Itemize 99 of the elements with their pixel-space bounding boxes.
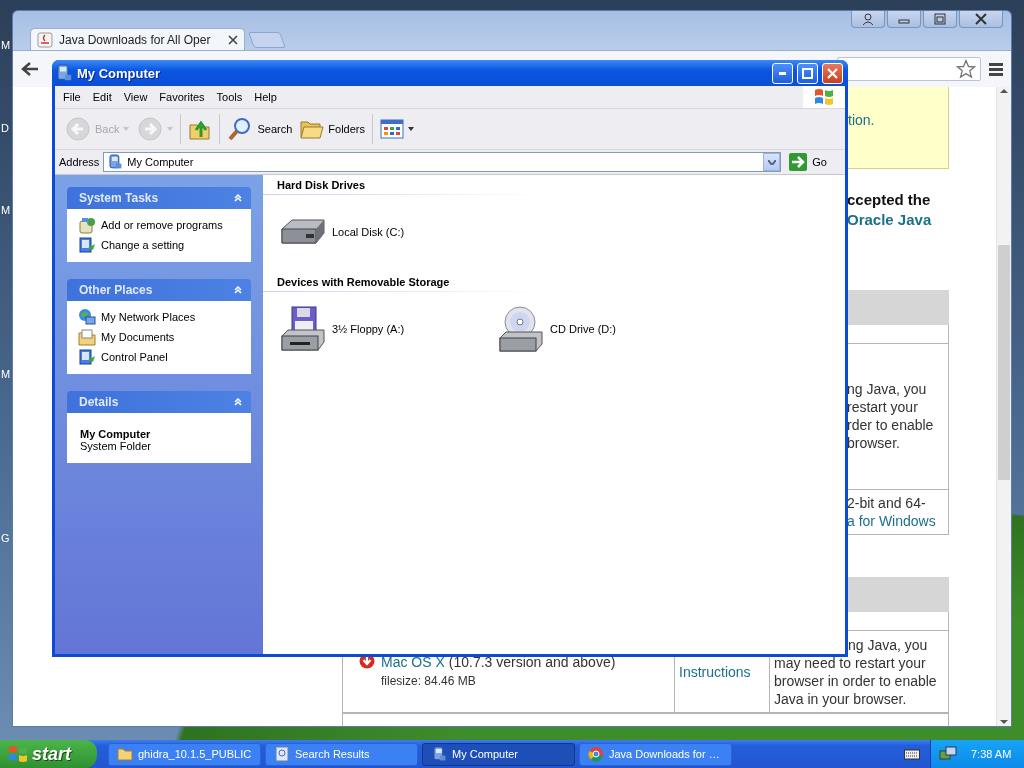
text-line: rder to enable: [847, 416, 934, 434]
task-link[interactable]: My Network Places: [78, 308, 240, 326]
notice-text: tion.: [848, 112, 875, 128]
go-arrow-icon: [789, 153, 808, 171]
group-header: Devices with Removable Storage: [277, 275, 450, 289]
network-icon: [78, 308, 96, 326]
star-icon[interactable]: [956, 59, 976, 79]
details-type: System Folder: [80, 440, 152, 452]
computer-icon: [107, 154, 124, 170]
close-icon: [975, 13, 987, 25]
floppy-drive-icon: [280, 306, 326, 352]
folders-icon: [300, 118, 325, 140]
text-line: browser.: [847, 434, 900, 452]
text-line: browser in order to enable: [774, 672, 937, 690]
task-link[interactable]: Change a setting: [78, 236, 240, 254]
drive-item[interactable]: CD Drive (D:): [498, 306, 716, 352]
maximize-icon: [802, 67, 813, 79]
browser-icon: [588, 746, 604, 762]
profile-button[interactable]: [851, 11, 885, 28]
hard-drive-icon: [280, 217, 326, 247]
address-label: Address: [59, 156, 100, 168]
text-line: ng Java, you: [848, 636, 928, 654]
close-icon: [827, 67, 838, 79]
maximize-icon: [934, 13, 946, 25]
close-icon[interactable]: [228, 34, 238, 45]
filesize-text: filesize: 84.46 MB: [381, 673, 476, 690]
heading-link[interactable]: Oracle Java: [847, 210, 932, 230]
desktop-icon-label[interactable]: D: [1, 122, 9, 134]
task-link[interactable]: Control Panel: [78, 348, 240, 366]
minimize-button[interactable]: [887, 11, 921, 28]
cd-drive-icon: [498, 306, 544, 352]
programs-icon: [78, 216, 96, 234]
address-field[interactable]: My Computer: [103, 152, 782, 172]
caret-icon: [767, 159, 776, 165]
menu-item[interactable]: View: [117, 87, 154, 107]
panel-header[interactable]: Other Places: [67, 279, 251, 301]
taskbar-button[interactable]: My Computer: [422, 742, 575, 766]
folder-icon: [117, 746, 133, 762]
caret-icon: [123, 127, 130, 131]
dropdown-button[interactable]: [763, 153, 781, 171]
download-link[interactable]: Mac OS X: [381, 653, 445, 672]
computer-icon: [431, 746, 447, 762]
window-title: My Computer: [77, 65, 162, 81]
desktop-icon-label[interactable]: M: [1, 39, 11, 51]
minimize-icon: [779, 71, 786, 75]
task-link[interactable]: My Documents: [78, 328, 240, 346]
taskbar-button[interactable]: ghidra_10.1.5_PUBLIC: [108, 742, 261, 766]
menu-item[interactable]: Favorites: [153, 87, 211, 107]
clock: 7:38 AM: [971, 748, 1012, 760]
panel-header[interactable]: System Tasks: [67, 187, 251, 209]
maximize-button[interactable]: [923, 11, 957, 28]
text-line: Java in your browser.: [774, 690, 907, 708]
java-icon: [37, 31, 53, 48]
menu-item[interactable]: Help: [248, 87, 283, 107]
menu-item[interactable]: Edit: [86, 87, 118, 107]
control-panel-icon: [78, 348, 96, 366]
browser-tab[interactable]: Java Downloads for All Oper: [30, 28, 245, 50]
menu-item[interactable]: Tools: [210, 87, 249, 107]
taskbar-button[interactable]: Java Downloads for …: [579, 742, 732, 766]
document-icon: [274, 746, 290, 762]
caret-icon: [167, 127, 174, 131]
taskbar-button[interactable]: Search Results: [265, 742, 418, 766]
menu-icon[interactable]: [989, 62, 1003, 76]
menu-item[interactable]: File: [57, 87, 87, 107]
documents-icon: [78, 328, 96, 346]
text-line: 2-bit and 64-: [847, 494, 926, 512]
text-line: may need to restart your: [774, 654, 926, 672]
desktop-icon-label[interactable]: M: [1, 368, 11, 380]
windows-logo-icon: [813, 87, 835, 107]
group-header: Hard Disk Drives: [277, 178, 366, 192]
desktop-icon-label[interactable]: M: [1, 204, 11, 216]
person-icon: [862, 13, 874, 25]
text-line: ng Java, you: [847, 380, 927, 398]
go-button[interactable]: Go: [785, 153, 841, 171]
instructions-link[interactable]: Instructions: [679, 663, 751, 680]
windows-logo-icon: [8, 745, 28, 763]
keyboard-icon[interactable]: [904, 748, 920, 760]
desktop-icon-label[interactable]: G: [1, 532, 10, 544]
address-field[interactable]: [837, 57, 981, 81]
version-note: (10.7.3 version and above): [448, 653, 616, 672]
scroll-down-icon[interactable]: [1000, 718, 1008, 726]
scrollbar-thumb[interactable]: [998, 245, 1010, 480]
close-button[interactable]: [959, 11, 1003, 28]
heading-text: ccepted the: [847, 190, 931, 210]
network-icon[interactable]: [939, 745, 957, 763]
drive-item[interactable]: 3½ Floppy (A:): [280, 306, 498, 352]
back-arrow-icon[interactable]: [21, 61, 39, 77]
link[interactable]: a for Windows: [847, 512, 936, 530]
drive-item[interactable]: Local Disk (C:): [280, 209, 498, 255]
control-panel-icon: [78, 236, 96, 254]
folders-button[interactable]: Folders: [296, 112, 369, 146]
search-button[interactable]: Search: [223, 112, 297, 146]
details-name: My Computer: [80, 428, 152, 440]
text-line: restart your: [847, 398, 918, 416]
panel-header[interactable]: Details: [67, 391, 251, 413]
task-link[interactable]: Add or remove programs: [78, 216, 240, 234]
caret-icon: [408, 127, 414, 131]
computer-icon: [55, 64, 73, 82]
views-icon: [380, 119, 404, 139]
